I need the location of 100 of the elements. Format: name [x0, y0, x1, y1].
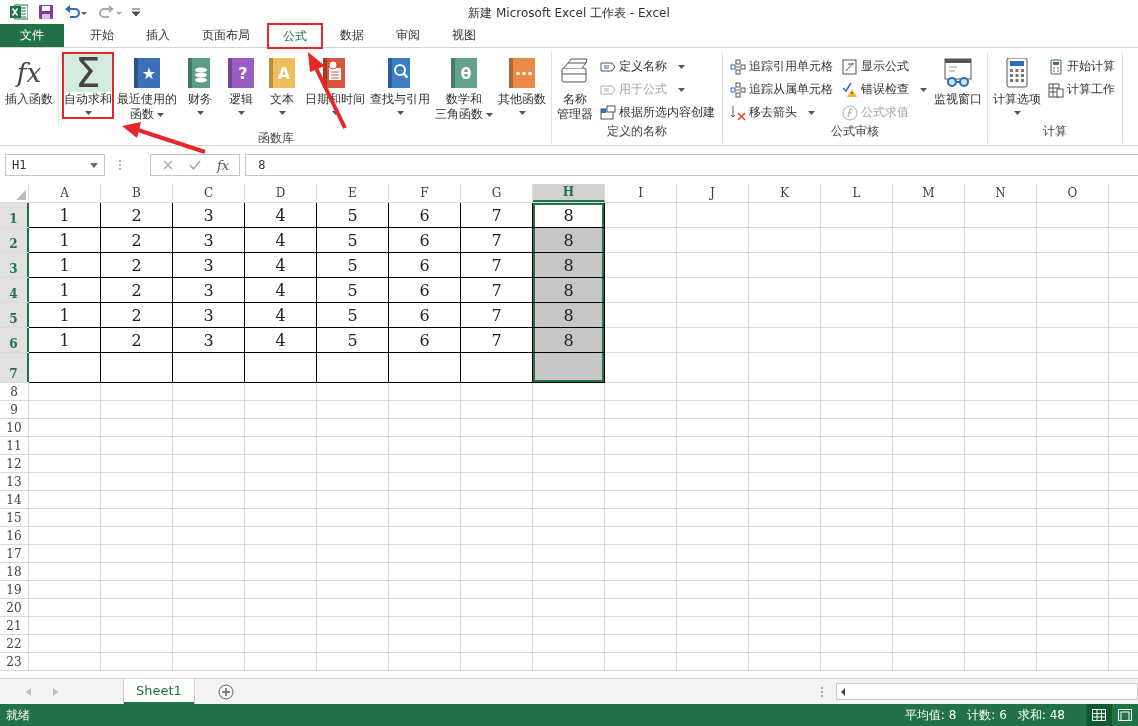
- table-cell: 8: [533, 203, 605, 228]
- table-cell: 7: [461, 203, 533, 228]
- ribbon-tab[interactable]: 公式: [268, 24, 322, 48]
- ribbon-command[interactable]: 错误检查: [840, 79, 929, 100]
- insert-function-button[interactable]: fx: [217, 157, 230, 173]
- table-cell: 5: [317, 228, 389, 253]
- table-cell: 5: [317, 203, 389, 228]
- ribbon-button[interactable]: 查找与引用: [368, 52, 432, 119]
- table-cell: 7: [461, 278, 533, 303]
- caret-icon[interactable]: [90, 162, 98, 168]
- redo-icon[interactable]: [98, 4, 122, 20]
- ribbon-button[interactable]: A 文本: [262, 52, 302, 119]
- table-cell: 7: [461, 253, 533, 278]
- status-text: 就绪: [6, 706, 30, 724]
- table-cell: 3: [173, 203, 245, 228]
- ribbon-group-label: 计算: [1043, 123, 1067, 140]
- table-cell: 3: [173, 278, 245, 303]
- table-cell: 4: [245, 303, 317, 328]
- table-cell: 5: [317, 253, 389, 278]
- ribbon-command[interactable]: 计算工作: [1046, 79, 1117, 100]
- scroll-right-icon[interactable]: [53, 687, 58, 696]
- ribbon-command[interactable]: 根据所选内容创建: [598, 102, 717, 123]
- ribbon-button[interactable]: ··· 其他函数: [496, 52, 548, 119]
- table-icon: [600, 104, 616, 121]
- table-cell: 2: [101, 303, 173, 328]
- letter-book-icon: A: [269, 58, 295, 88]
- table-cell: 8: [533, 328, 605, 353]
- ribbon-tab[interactable]: 开始: [76, 24, 128, 47]
- add-sheet-icon[interactable]: [217, 683, 234, 700]
- ribbon-group-label: 函数库: [257, 130, 294, 147]
- sheet-tab[interactable]: Sheet1: [124, 679, 194, 704]
- ribbon-button[interactable]: ★ 最近使用的 函数: [115, 52, 179, 122]
- table-cell: 6: [389, 253, 461, 278]
- table-cell: 3: [173, 253, 245, 278]
- ribbon-command[interactable]: 追踪从属单元格: [728, 79, 835, 100]
- table-cell: 1: [29, 253, 101, 278]
- window-title: 新建 Microsoft Excel 工作表 - Excel: [468, 6, 670, 20]
- ribbon-command[interactable]: 显示公式: [840, 56, 929, 77]
- row-header[interactable]: 5: [0, 303, 29, 327]
- ribbon-tab[interactable]: 审阅: [382, 24, 434, 47]
- table-cell: 4: [245, 253, 317, 278]
- formula-field[interactable]: 8: [245, 154, 1138, 176]
- more-icon: [118, 159, 122, 171]
- name-box[interactable]: H1: [5, 154, 105, 176]
- row-header[interactable]: 2: [0, 228, 29, 252]
- warning-icon: [842, 81, 858, 98]
- sigma-symbol: Σ: [75, 54, 101, 92]
- table-cell: [245, 353, 317, 383]
- function-symbol: fx: [16, 57, 42, 90]
- ribbon-tab[interactable]: 视图: [438, 24, 490, 47]
- table-cell: 2: [101, 278, 173, 303]
- row-header[interactable]: 4: [0, 278, 29, 302]
- ribbon-tab[interactable]: 数据: [326, 24, 378, 47]
- ribbon-button[interactable]: 计算选项: [991, 52, 1043, 119]
- row-header[interactable]: 3: [0, 253, 29, 277]
- ribbon-command[interactable]: 开始计算: [1046, 56, 1117, 77]
- remove-arrows-icon: [730, 104, 746, 121]
- table-cell: 4: [245, 328, 317, 353]
- table-cell: [101, 353, 173, 383]
- ribbon-tab[interactable]: 插入: [132, 24, 184, 47]
- save-icon[interactable]: [38, 4, 54, 20]
- cancel-icon[interactable]: [163, 160, 173, 170]
- ribbon-button[interactable]: 财务: [180, 52, 220, 119]
- ribbon-tab[interactable]: 页面布局: [188, 24, 264, 47]
- ribbon-button[interactable]: 名称 管理器: [555, 52, 595, 122]
- check-icon[interactable]: [189, 160, 201, 170]
- table-cell: [533, 353, 605, 383]
- ribbon-command[interactable]: 定义名称: [598, 56, 717, 77]
- ribbon-command[interactable]: 追踪引用单元格: [728, 56, 835, 77]
- column-header[interactable]: H: [533, 184, 605, 202]
- table-cell: [389, 353, 461, 383]
- star-book-icon: ★: [134, 58, 160, 88]
- table-cell: 2: [101, 203, 173, 228]
- table-cell: [173, 353, 245, 383]
- ribbon-button[interactable]: fx 插入函数: [3, 52, 55, 107]
- table-cell: [461, 353, 533, 383]
- undo-icon[interactable]: [64, 4, 88, 20]
- ribbon-button[interactable]: 监视窗口: [932, 52, 984, 107]
- row-header[interactable]: 7: [0, 353, 29, 382]
- ribbon-button[interactable]: ? 逻辑: [221, 52, 261, 119]
- table-cell: 6: [389, 228, 461, 253]
- ribbon-command[interactable]: 移去箭头: [728, 102, 835, 123]
- row-header[interactable]: 6: [0, 328, 29, 352]
- file-menu-tab[interactable]: 文件: [0, 24, 64, 47]
- row-header[interactable]: 1: [0, 203, 29, 227]
- table-cell: 6: [389, 303, 461, 328]
- more-icon: [820, 685, 824, 698]
- page-layout-view-icon[interactable]: [1118, 709, 1132, 721]
- customize-icon[interactable]: [132, 8, 140, 16]
- table-cell: 6: [389, 328, 461, 353]
- table-cell: 3: [173, 228, 245, 253]
- ribbon-button[interactable]: θ 数学和 三角函数: [433, 52, 495, 122]
- horizontal-scrollbar[interactable]: [836, 683, 1138, 700]
- table-cell: 4: [245, 203, 317, 228]
- table-cell: 1: [29, 328, 101, 353]
- trace-cells-icon: [730, 81, 746, 98]
- dots-book-icon: ···: [509, 58, 535, 88]
- table-cell: 2: [101, 253, 173, 278]
- select-all-icon[interactable]: [16, 190, 26, 200]
- normal-view-icon[interactable]: [1092, 709, 1106, 721]
